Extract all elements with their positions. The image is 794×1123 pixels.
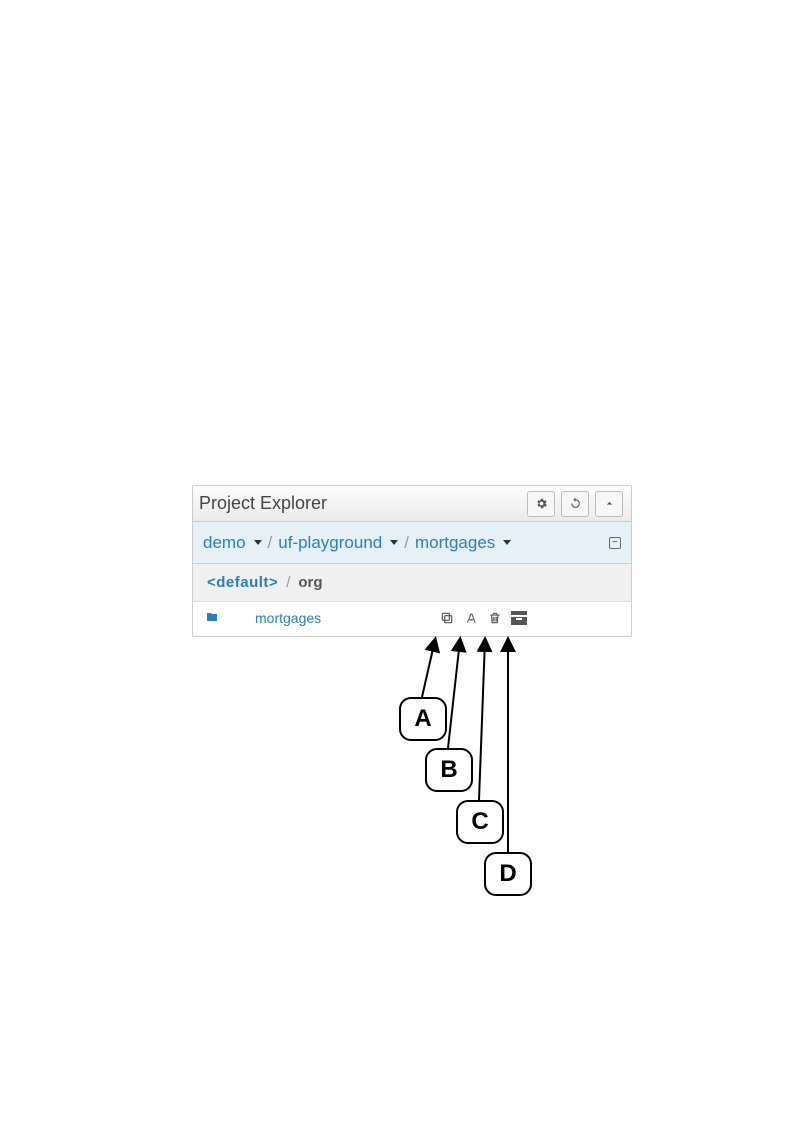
collapse-up-icon[interactable] <box>595 491 623 517</box>
folder-name-link[interactable]: mortgages <box>255 610 321 626</box>
rename-icon[interactable] <box>463 610 479 626</box>
delete-icon[interactable] <box>487 610 503 626</box>
path-current: org <box>298 574 322 591</box>
chevron-down-icon <box>503 540 511 545</box>
breadcrumb-bar: demo / uf-playground / mortgages − <box>193 522 631 564</box>
copy-icon[interactable] <box>439 610 455 626</box>
breadcrumb-label: uf-playground <box>278 533 382 553</box>
breadcrumb: demo / uf-playground / mortgages <box>203 533 511 553</box>
callout-c: C <box>456 800 504 844</box>
breadcrumb-separator: / <box>404 533 409 553</box>
callout-d: D <box>484 852 532 896</box>
archive-icon[interactable] <box>511 610 527 626</box>
path-default-package[interactable]: <default> <box>207 574 278 591</box>
breadcrumb-item-demo[interactable]: demo <box>203 533 262 553</box>
breadcrumb-item-uf-playground[interactable]: uf-playground <box>278 533 398 553</box>
callout-b: B <box>425 748 473 792</box>
folder-actions <box>439 610 619 626</box>
project-explorer-panel: Project Explorer demo / uf-playground <box>192 485 632 637</box>
breadcrumb-item-mortgages[interactable]: mortgages <box>415 533 511 553</box>
panel-title: Project Explorer <box>199 493 327 514</box>
breadcrumb-label: demo <box>203 533 246 553</box>
path-separator: / <box>286 574 290 591</box>
folder-icon <box>205 610 219 626</box>
refresh-icon[interactable] <box>561 491 589 517</box>
panel-header: Project Explorer <box>193 486 631 522</box>
breadcrumb-label: mortgages <box>415 533 495 553</box>
callout-a: A <box>399 697 447 741</box>
header-toolbar <box>527 491 623 517</box>
minus-icon[interactable]: − <box>609 537 621 549</box>
folder-row: mortgages <box>193 602 631 636</box>
breadcrumb-separator: / <box>268 533 273 553</box>
gear-icon[interactable] <box>527 491 555 517</box>
path-bar: <default> / org <box>193 564 631 602</box>
chevron-down-icon <box>390 540 398 545</box>
chevron-down-icon <box>254 540 262 545</box>
